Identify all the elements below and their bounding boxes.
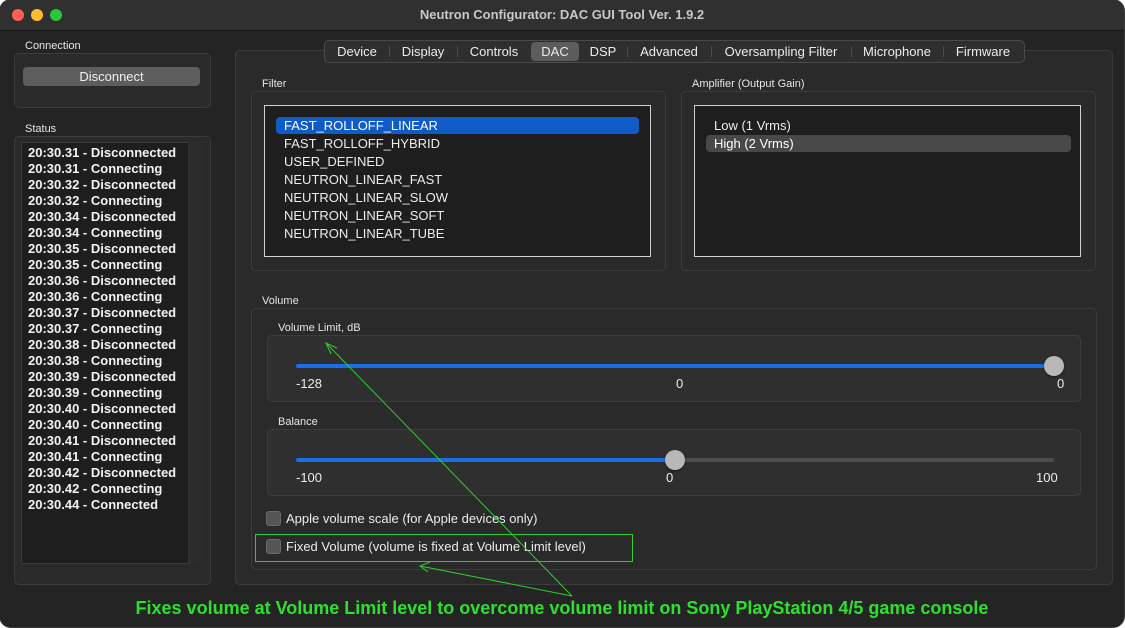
annotation-arrows xyxy=(324,341,573,597)
annotation-caption: Fixes volume at Volume Limit level to ov… xyxy=(135,598,989,618)
arrow-to-volume-limit xyxy=(325,342,573,597)
app-window: Neutron Configurator: DAC GUI Tool Ver. … xyxy=(0,0,1124,627)
arrow-to-fixed-volume xyxy=(419,565,573,597)
